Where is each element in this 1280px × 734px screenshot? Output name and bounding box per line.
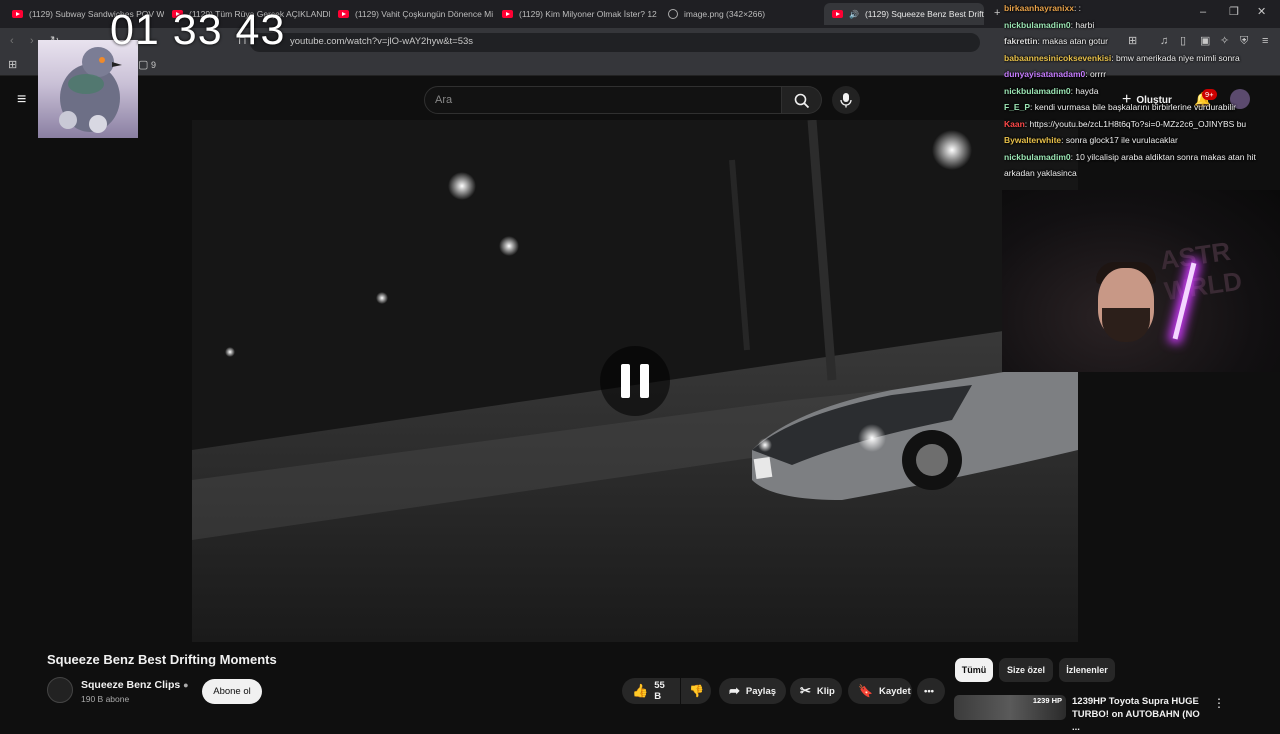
chip-for-you[interactable]: Size özel xyxy=(999,658,1053,682)
search-button[interactable] xyxy=(782,86,822,114)
recommended-menu-icon[interactable]: ⋮ xyxy=(1213,696,1225,710)
chat-text: https://youtu.be/zcL1H8t6qTo?si=0-MZz2c6… xyxy=(1029,118,1247,129)
chat-username: Bywalterwhite xyxy=(1004,135,1062,145)
folder-icon[interactable]: ▢ xyxy=(138,60,148,71)
youtube-icon xyxy=(12,10,23,18)
poster-logo: ASTR WRLD xyxy=(1158,235,1244,307)
more-actions-button[interactable]: ••• xyxy=(917,678,945,704)
pause-button[interactable] xyxy=(600,346,670,416)
tab-label: (1129) Squeeze Benz Best Drifti xyxy=(864,9,984,19)
chat-text: bmw amerikada niye mimli sonra xyxy=(1115,52,1240,63)
chat-username: nickbulamadim0 xyxy=(1004,85,1071,96)
url-text: youtube.com/watch?v=jlO-wAY2hyw&t=53s xyxy=(290,36,474,47)
hamburger-menu-icon[interactable]: ≡ xyxy=(17,92,26,108)
pause-icon xyxy=(640,364,649,398)
apps-icon[interactable]: ⊞ xyxy=(8,60,17,71)
tab-label: (1129) Kim Milyoner Olmak İster? 12 xyxy=(519,9,657,19)
microphone-icon xyxy=(840,93,852,108)
chat-username: dunyayisatanadam0 xyxy=(1004,69,1086,79)
speaker-icon: 🔊 xyxy=(849,9,859,19)
clip-label: Klip xyxy=(816,685,835,697)
bookmark-save-icon: 🔖 xyxy=(858,684,873,698)
chat-message: Kaan: https://youtu.be/zcL1H8t6qTo?si=0-… xyxy=(1004,116,1276,133)
chip-all[interactable]: Tümü xyxy=(955,658,993,682)
chat-text: kendi vurmasa bile başkalarını birbirler… xyxy=(1034,102,1236,112)
chat-message: Bywalterwhite: sonra glock17 ile vurulac… xyxy=(1004,132,1276,149)
chat-message: dunyayisatanadam0: orrrr xyxy=(1004,66,1276,83)
share-label: Paylaş xyxy=(745,685,777,697)
chat-text: harbi xyxy=(1075,19,1095,30)
new-tab-icon[interactable]: + xyxy=(994,8,1000,19)
chat-text: makas atan gotur xyxy=(1042,36,1108,46)
chat-message: babaannesinicoksevenkisi: bmw amerikada … xyxy=(1004,50,1276,67)
clip-button[interactable]: ✂ Klip xyxy=(790,678,842,704)
tab-label: (1129) Vahit Çoşkungün Dönence Mi xyxy=(355,9,494,19)
chat-text: hayda xyxy=(1075,85,1099,96)
scissors-icon: ✂ xyxy=(800,683,811,698)
chat-username: F_E_P xyxy=(1004,102,1030,112)
forward-icon[interactable]: › xyxy=(30,36,34,47)
address-input[interactable]: youtube.com/watch?v=jlO-wAY2hyw&t=53s xyxy=(250,33,980,52)
chat-message: F_E_P: kendi vurmasa bile başkalarını bi… xyxy=(1004,99,1276,116)
browser-tab[interactable]: (1129) Vahit Çoşkungün Dönence Mi xyxy=(330,3,494,25)
youtube-icon xyxy=(338,10,349,18)
share-button[interactable]: ➦ Paylaş xyxy=(719,678,786,704)
share-arrow-icon: ➦ xyxy=(729,683,740,698)
chat-message: fakrettin: makas atan gotur xyxy=(1004,33,1276,50)
thumbnail-text: 1239 HP xyxy=(1032,696,1062,705)
search-input[interactable]: Ara xyxy=(424,86,782,114)
verified-icon: ● xyxy=(183,680,189,690)
search-icon xyxy=(794,93,810,109)
youtube-icon xyxy=(502,10,513,18)
chip-watched[interactable]: İzlenenler xyxy=(1059,658,1115,682)
chat-text: sonra glock17 ile vurulacaklar xyxy=(1065,135,1178,145)
chat-message: nickbulamadim0: hayda xyxy=(1004,83,1276,100)
chat-text: orrrr xyxy=(1090,69,1107,79)
channel-name[interactable]: Squeeze Benz Clips ● xyxy=(81,679,189,691)
stream-timer: 01 33 43 xyxy=(110,6,286,54)
channel-avatar[interactable] xyxy=(47,677,73,703)
subscriber-count: 190 B abone xyxy=(81,694,130,704)
voice-search-button[interactable] xyxy=(832,86,860,114)
save-button[interactable]: 🔖 Kaydet xyxy=(848,678,912,704)
chat-username: nickbulamadim0 xyxy=(1004,151,1071,162)
chat-username: nickbulamadim0 xyxy=(1004,19,1071,30)
chat-message: nickbulamadim0: 10 yilcalisip araba aldi… xyxy=(1004,149,1276,166)
chat-username: fakrettin xyxy=(1004,36,1038,46)
search-placeholder: Ara xyxy=(435,94,453,106)
pause-icon xyxy=(621,364,630,398)
chat-username: babaannesinicoksevenkisi xyxy=(1004,52,1112,63)
chat-text: : xyxy=(1078,3,1082,13)
browser-tab-active[interactable]: 🔊 (1129) Squeeze Benz Best Drifti ✕ xyxy=(824,3,984,25)
dislike-button[interactable]: 👎 xyxy=(681,678,711,704)
chat-text: arkadan yaklasinca xyxy=(1004,168,1077,178)
browser-tab[interactable]: (1129) Kim Milyoner Olmak İster? 12 xyxy=(494,3,658,25)
globe-icon xyxy=(668,9,678,19)
chat-message: arkadan yaklasinca xyxy=(1004,165,1276,182)
browser-tab[interactable]: image.png (342×266) xyxy=(660,3,820,25)
back-icon[interactable]: ‹ xyxy=(10,36,14,47)
recommended-title[interactable]: 1239HP Toyota Supra HUGE TURBO! on AUTOB… xyxy=(1072,695,1202,734)
tab-label: image.png (342×266) xyxy=(684,9,766,19)
youtube-icon xyxy=(832,10,843,18)
more-icon: ••• xyxy=(924,685,934,697)
like-count: 55 B xyxy=(654,680,665,702)
like-button[interactable]: 👍 55 B xyxy=(622,678,680,704)
chat-message: birkaanhayranixx: : xyxy=(1004,0,1276,17)
chat-message: nickbulamadim0: harbi xyxy=(1004,17,1276,34)
bookmark-count: 9 xyxy=(151,60,157,70)
thumbs-down-icon: 👎 xyxy=(689,684,704,698)
recommended-thumbnail[interactable]: 1239 HP xyxy=(954,695,1066,720)
subscribe-button[interactable]: Abone ol xyxy=(202,679,262,704)
chat-overlay: birkaanhayranixx: : nickbulamadim0: harbi… xyxy=(1002,0,1278,188)
video-title: Squeeze Benz Best Drifting Moments xyxy=(47,652,277,667)
chat-username: birkaanhayranixx xyxy=(1004,3,1074,13)
chat-username: Kaan xyxy=(1004,118,1025,129)
channel-name-text: Squeeze Benz Clips xyxy=(81,679,181,691)
chat-text: 10 yilcalisip araba aldiktan sonra makas… xyxy=(1075,151,1256,162)
save-label: Kaydet xyxy=(878,685,911,697)
thumbs-up-icon: 👍 xyxy=(632,683,649,698)
